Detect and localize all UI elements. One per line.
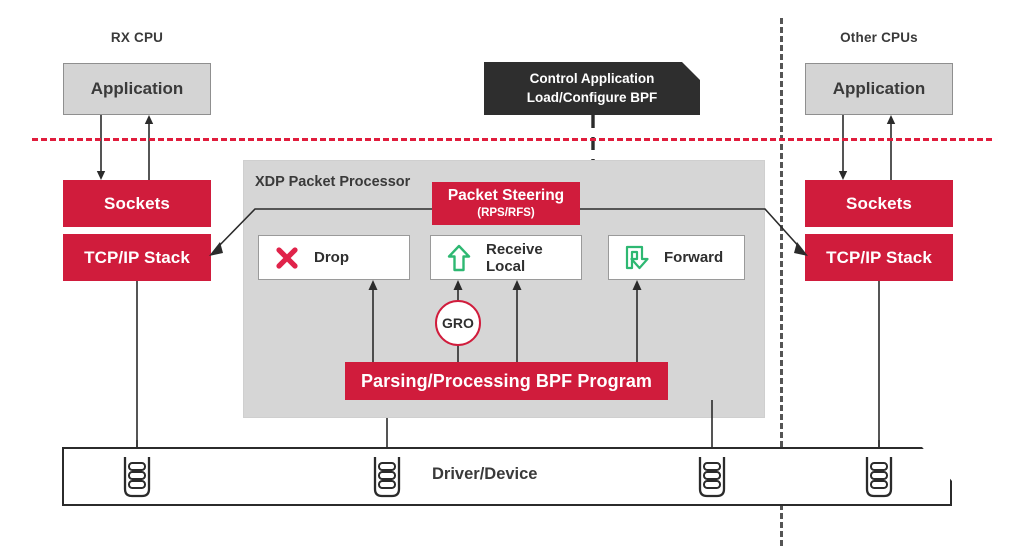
packet-steering-subtitle: (RPS/RFS)	[477, 206, 535, 219]
x-cross-icon	[272, 243, 302, 273]
bpf-to-forward-arrow	[632, 280, 642, 364]
right-application-box: Application	[805, 63, 953, 115]
left-application-box: Application	[63, 63, 211, 115]
left-cpu-caption: RX CPU	[110, 30, 164, 45]
control-app-line1: Control Application	[529, 71, 655, 87]
right-sockets-label: Sockets	[846, 193, 912, 213]
left-tcpip-driver-line	[136, 281, 138, 451]
right-tcpip-box: TCP/IP Stack	[805, 234, 953, 281]
gro-label: GRO	[442, 315, 474, 331]
xdp-architecture-diagram: RX CPU Other CPUs Application Sockets TC…	[0, 0, 1024, 560]
right-application-label: Application	[832, 79, 926, 98]
rx-queue-4-icon	[861, 455, 897, 499]
packet-steering-box: Packet Steering (RPS/RFS)	[432, 182, 580, 225]
gro-node: GRO	[435, 300, 481, 346]
left-sockets-label: Sockets	[104, 193, 170, 213]
left-tcpip-label: TCP/IP Stack	[84, 247, 190, 267]
forward-redirect-arrow-icon	[622, 243, 652, 273]
forward-action-label: Forward	[664, 249, 724, 266]
right-sockets-box: Sockets	[805, 180, 953, 227]
forward-action-box: Forward	[608, 235, 745, 280]
right-cpu-caption: Other CPUs	[840, 30, 918, 45]
kernel-userspace-boundary-line	[32, 138, 992, 141]
control-app-line2: Load/Configure BPF	[526, 89, 658, 105]
left-app-socket-arrows	[96, 115, 154, 180]
xdp-panel-title: XDP Packet Processor	[255, 174, 411, 190]
bpf-to-drop-arrow	[368, 280, 378, 364]
control-application-box: Control Application Load/Configure BPF	[484, 62, 700, 115]
bpf-program-box: Parsing/Processing BPF Program	[345, 362, 668, 400]
right-tcpip-label: TCP/IP Stack	[826, 247, 932, 267]
drop-action-box: Drop	[258, 235, 410, 280]
driver-device-label: Driver/Device	[432, 465, 538, 483]
left-application-label: Application	[90, 79, 184, 98]
drop-action-label: Drop	[314, 249, 349, 266]
right-tcpip-driver-line	[878, 281, 880, 451]
bpf-to-receive-local-arrow	[512, 280, 522, 364]
receive-local-action-label: Receive Local	[486, 240, 543, 275]
arrow-up-icon	[444, 243, 474, 273]
rx-queue-1-icon	[119, 455, 155, 499]
packet-steering-title: Packet Steering	[447, 186, 565, 204]
right-app-socket-arrows	[838, 115, 896, 180]
rx-queue-2-icon	[369, 455, 405, 499]
bpf-program-label: Parsing/Processing BPF Program	[360, 370, 653, 391]
receive-local-action-box: Receive Local	[430, 235, 582, 280]
rx-queue-3-icon	[694, 455, 730, 499]
